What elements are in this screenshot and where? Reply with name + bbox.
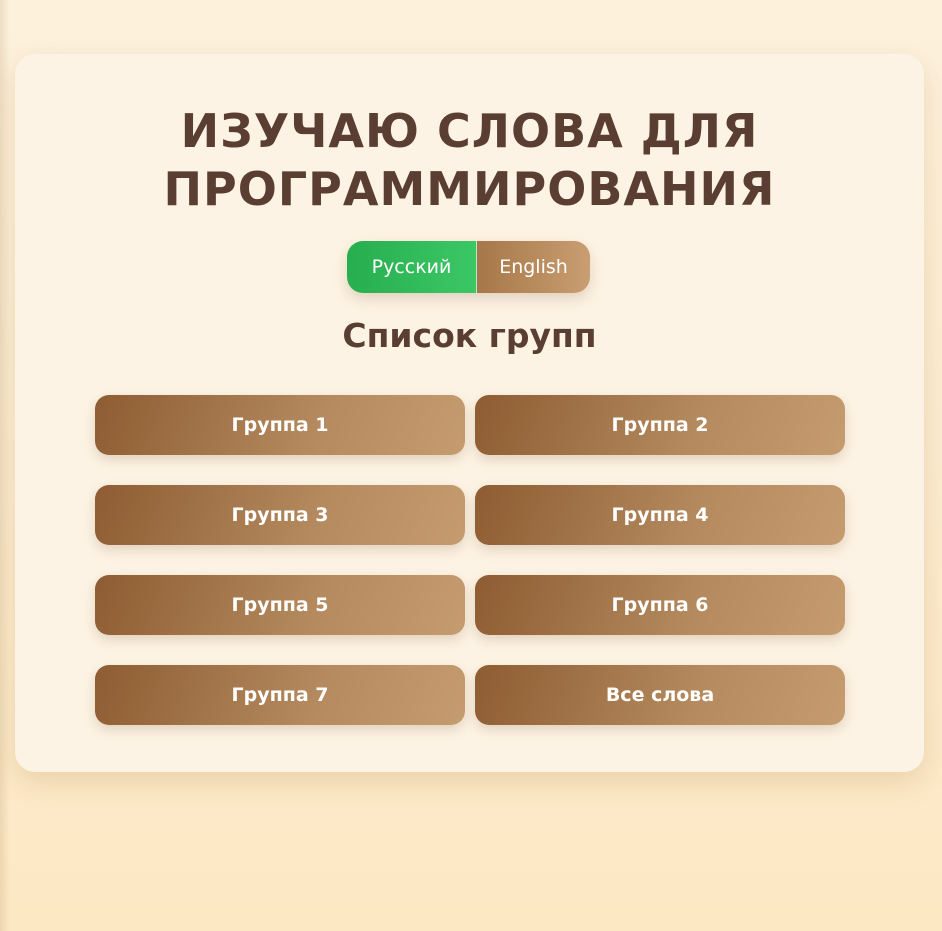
page-edge-shadow — [0, 0, 10, 931]
group-4-button[interactable]: Группа 4 — [475, 485, 845, 545]
group-5-button[interactable]: Группа 5 — [95, 575, 465, 635]
groups-list-title: Список групп — [342, 316, 597, 355]
groups-grid: Группа 1 Группа 2 Группа 3 Группа 4 Груп… — [95, 395, 845, 725]
group-2-button[interactable]: Группа 2 — [475, 395, 845, 455]
page-title: ИЗУЧАЮ СЛОВА ДЛЯ ПРОГРАММИРОВАНИЯ — [163, 104, 776, 216]
group-7-button[interactable]: Группа 7 — [95, 665, 465, 725]
language-toggle: Русский English — [347, 241, 590, 293]
group-1-button[interactable]: Группа 1 — [95, 395, 465, 455]
group-6-button[interactable]: Группа 6 — [475, 575, 845, 635]
language-english-button[interactable]: English — [477, 241, 590, 293]
group-3-button[interactable]: Группа 3 — [95, 485, 465, 545]
language-russian-button[interactable]: Русский — [347, 241, 477, 293]
all-words-button[interactable]: Все слова — [475, 665, 845, 725]
main-card: ИЗУЧАЮ СЛОВА ДЛЯ ПРОГРАММИРОВАНИЯ Русски… — [15, 54, 924, 772]
